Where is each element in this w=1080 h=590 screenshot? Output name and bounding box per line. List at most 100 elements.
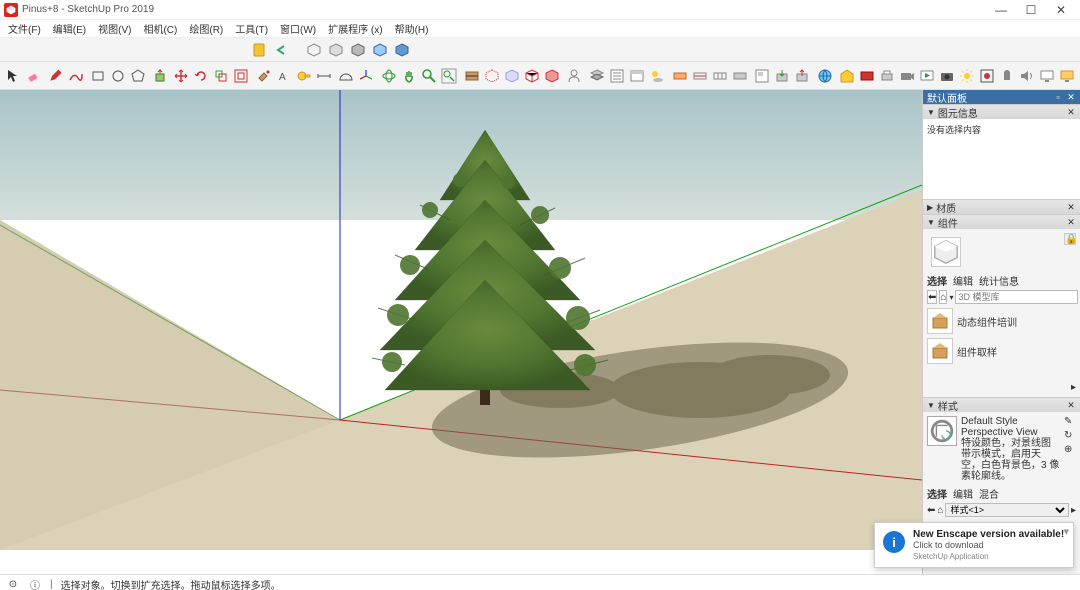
tray-pin-icon[interactable]: ▫ xyxy=(1053,92,1063,102)
component-search[interactable] xyxy=(955,290,1078,304)
shadows-icon[interactable] xyxy=(648,66,666,86)
rect-icon[interactable] xyxy=(89,66,107,86)
book-icon[interactable] xyxy=(250,40,270,60)
style-add-icon[interactable]: ⊕ xyxy=(1064,444,1076,456)
menu-file[interactable]: 文件(F) xyxy=(2,20,47,37)
pan-icon[interactable] xyxy=(400,66,418,86)
toast-close-icon[interactable]: ▾ xyxy=(1063,525,1069,538)
menu-edit[interactable]: 编辑(E) xyxy=(47,20,92,37)
scale-icon[interactable] xyxy=(212,66,230,86)
cube2-icon[interactable] xyxy=(326,40,346,60)
component-item[interactable]: 动态组件培训 xyxy=(927,308,1076,334)
style-select[interactable]: 样式<1> xyxy=(945,503,1069,517)
cube1-icon[interactable] xyxy=(304,40,324,60)
pushpull-icon[interactable] xyxy=(152,66,170,86)
print-icon[interactable] xyxy=(878,66,896,86)
style-thumb[interactable] xyxy=(927,416,957,446)
sun-icon[interactable] xyxy=(958,66,976,86)
polygon-icon[interactable] xyxy=(129,66,147,86)
style-back-icon[interactable]: ⬅ xyxy=(927,505,935,516)
panel-close-icon[interactable]: ✕ xyxy=(1066,202,1076,212)
cube3-icon[interactable] xyxy=(348,40,368,60)
section-icon[interactable] xyxy=(463,66,481,86)
freehand-icon[interactable] xyxy=(67,66,85,86)
tab-style-mix[interactable]: 混合 xyxy=(979,486,999,501)
axes-icon[interactable] xyxy=(357,66,375,86)
ew-icon[interactable] xyxy=(858,66,876,86)
wire-icon[interactable] xyxy=(523,66,541,86)
cube5-icon[interactable] xyxy=(392,40,412,60)
info-icon[interactable]: ⓘ xyxy=(28,578,42,590)
shaded-icon[interactable] xyxy=(543,66,561,86)
sect-fill-icon[interactable] xyxy=(731,66,749,86)
menu-help[interactable]: 帮助(H) xyxy=(389,20,435,37)
camera2-icon[interactable] xyxy=(938,66,956,86)
export-icon[interactable] xyxy=(793,66,811,86)
tab-style-select[interactable]: 选择 xyxy=(927,486,947,501)
sect-plane-icon[interactable] xyxy=(671,66,689,86)
paint-icon[interactable] xyxy=(255,66,273,86)
tab-edit[interactable]: 编辑 xyxy=(953,273,973,288)
viewport[interactable] xyxy=(0,90,922,574)
notification-toast[interactable]: i New Enscape version available! Click t… xyxy=(874,522,1074,568)
home-icon[interactable]: ⌂ xyxy=(939,290,947,304)
zoom-extents-icon[interactable] xyxy=(440,66,458,86)
slides-icon[interactable] xyxy=(918,66,936,86)
style-home-icon[interactable]: ⌂ xyxy=(937,505,943,516)
eraser-icon[interactable] xyxy=(24,66,42,86)
text-icon[interactable]: A xyxy=(275,66,293,86)
cam-icon[interactable] xyxy=(898,66,916,86)
move-icon[interactable] xyxy=(172,66,190,86)
menu-draw[interactable]: 绘图(R) xyxy=(183,20,229,37)
panel-components-header[interactable]: ▼组件 ✕ xyxy=(923,215,1080,229)
tape-icon[interactable] xyxy=(295,66,313,86)
style-update-icon[interactable]: ↻ xyxy=(1064,430,1076,442)
model-canvas[interactable] xyxy=(0,90,922,550)
sect-display-icon[interactable] xyxy=(691,66,709,86)
user-icon[interactable] xyxy=(565,66,583,86)
panel-close-icon[interactable]: ✕ xyxy=(1066,400,1076,410)
rotate-icon[interactable] xyxy=(192,66,210,86)
tab-stats[interactable]: 统计信息 xyxy=(979,273,1019,288)
panel-close-icon[interactable]: ✕ xyxy=(1066,107,1076,117)
details-icon[interactable]: ▸ xyxy=(1071,382,1076,393)
record-icon[interactable] xyxy=(978,66,996,86)
layers-icon[interactable] xyxy=(588,66,606,86)
panel-material-header[interactable]: ▶材质 ✕ xyxy=(923,200,1080,214)
menu-camera[interactable]: 相机(C) xyxy=(137,20,183,37)
hidden-icon[interactable] xyxy=(483,66,501,86)
orbit-icon[interactable] xyxy=(380,66,398,86)
panel-styles-header[interactable]: ▼样式 ✕ xyxy=(923,398,1080,412)
maximize-button[interactable]: ☐ xyxy=(1016,1,1046,19)
monitor-icon[interactable] xyxy=(1038,66,1056,86)
pencil-icon[interactable] xyxy=(47,66,65,86)
menu-window[interactable]: 窗口(W) xyxy=(274,20,322,37)
menu-view[interactable]: 视图(V) xyxy=(92,20,137,37)
scenes-icon[interactable] xyxy=(628,66,646,86)
tray-close-icon[interactable]: ✕ xyxy=(1066,92,1076,102)
panel-entity-header[interactable]: ▼图元信息 ✕ xyxy=(923,105,1080,119)
dimension-icon[interactable] xyxy=(315,66,333,86)
tab-style-edit[interactable]: 编辑 xyxy=(953,486,973,501)
geo-icon[interactable] xyxy=(816,66,834,86)
select-icon[interactable] xyxy=(4,66,22,86)
style-details-icon[interactable]: ▸ xyxy=(1071,505,1076,516)
audio-icon[interactable] xyxy=(1018,66,1036,86)
help-icon[interactable]: ⊙ xyxy=(6,578,20,590)
tab-select[interactable]: 选择 xyxy=(927,273,947,288)
outliner-icon[interactable] xyxy=(608,66,626,86)
protractor-icon[interactable] xyxy=(337,66,355,86)
import-icon[interactable] xyxy=(773,66,791,86)
cube4-icon[interactable] xyxy=(370,40,390,60)
component-item[interactable]: 组件取样 xyxy=(927,338,1076,364)
zoom-icon[interactable] xyxy=(420,66,438,86)
xray-icon[interactable] xyxy=(503,66,521,86)
style-new-icon[interactable]: ✎ xyxy=(1064,416,1076,428)
menu-tools[interactable]: 工具(T) xyxy=(229,20,274,37)
sect-cuts-icon[interactable] xyxy=(711,66,729,86)
close-button[interactable]: ✕ xyxy=(1046,1,1076,19)
undo-icon[interactable] xyxy=(272,40,292,60)
menu-extensions[interactable]: 扩展程序 (x) xyxy=(322,20,388,37)
layout-icon[interactable] xyxy=(753,66,771,86)
warehouse-icon[interactable] xyxy=(838,66,856,86)
